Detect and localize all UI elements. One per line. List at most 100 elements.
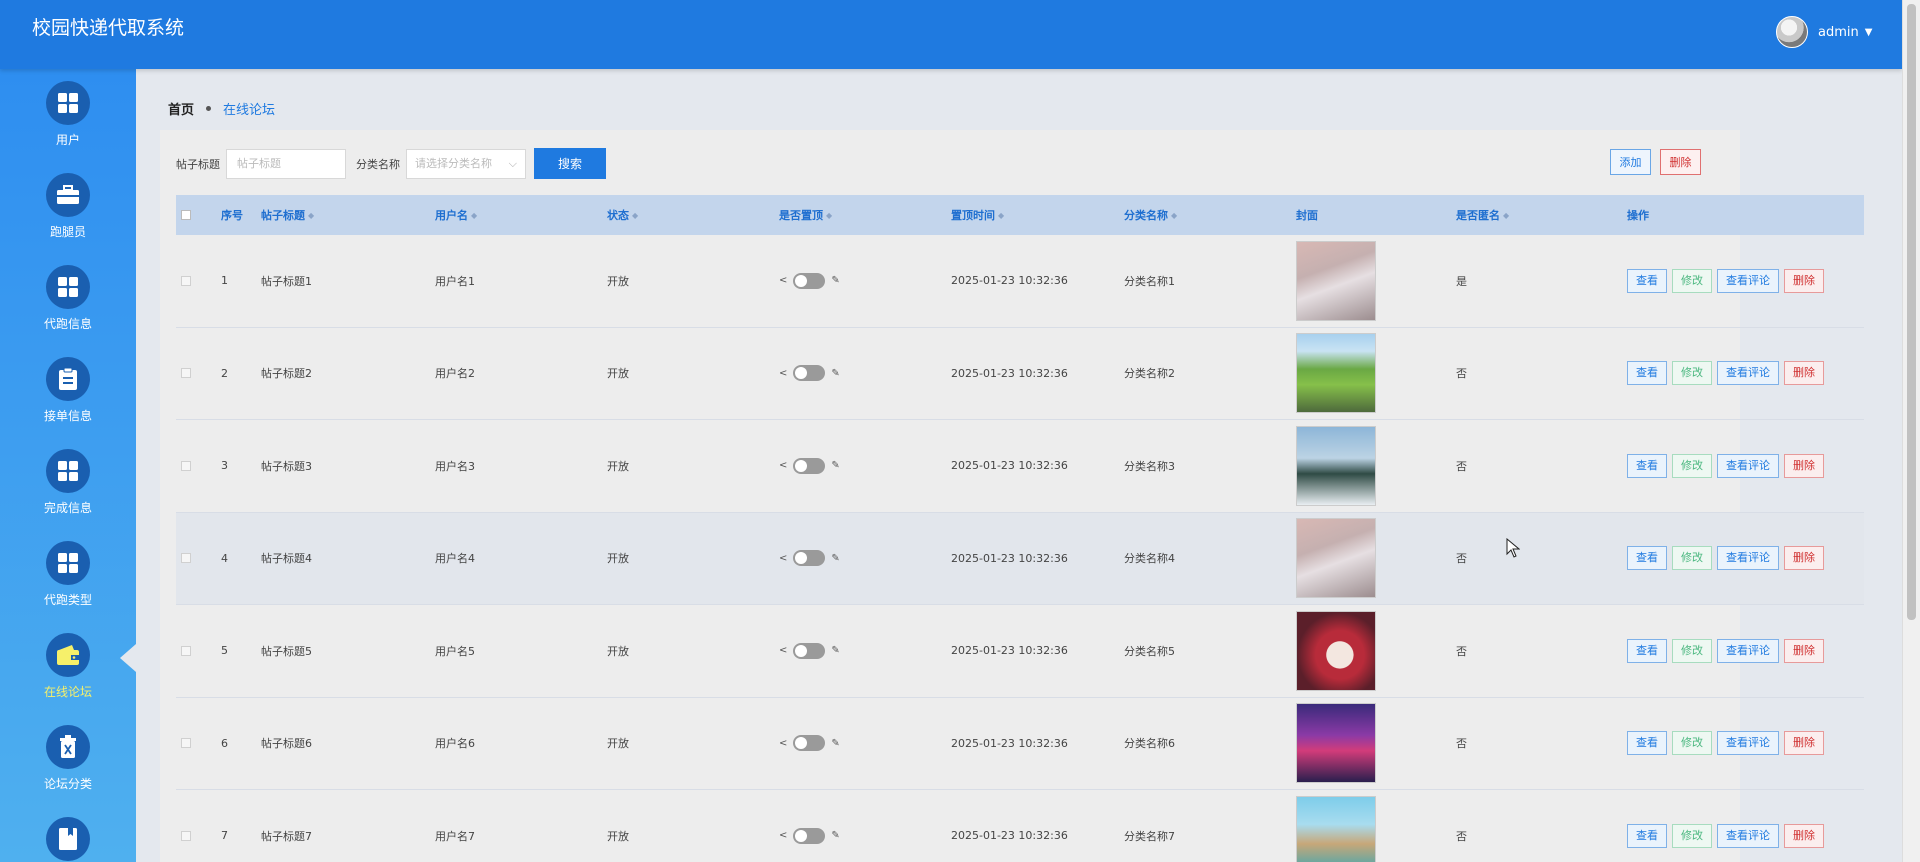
title-filter-label: 帖子标题 [176, 157, 220, 171]
pin-toggle-cell: < ✎ [779, 790, 840, 862]
grid-icon [46, 541, 90, 585]
column-header[interactable]: 用户名 ◆ [435, 195, 477, 235]
delete-button[interactable]: 删除 [1784, 453, 1824, 478]
view-button[interactable]: 查看 [1627, 546, 1667, 571]
sidebar-item-order-info[interactable]: 接单信息 [0, 345, 136, 435]
sidebar-item-label: 接单信息 [43, 409, 92, 423]
title-search-input[interactable]: 帖子标题 [226, 148, 346, 179]
sort-icon: ◆ [1171, 210, 1178, 220]
row-checkbox[interactable] [181, 553, 191, 564]
edit-button[interactable]: 修改 [1672, 731, 1712, 756]
edit-button[interactable]: 修改 [1672, 361, 1712, 386]
cover-image[interactable] [1296, 610, 1376, 691]
status-cell: 开放 [607, 829, 629, 843]
edit-button[interactable]: 修改 [1672, 638, 1712, 663]
sidebar-item-label: 代跑信息 [43, 317, 92, 331]
share-icon: < [779, 645, 788, 657]
column-header[interactable]: 置顶时间 ◆ [951, 195, 1004, 235]
row-checkbox[interactable] [181, 460, 191, 471]
view-comments-button[interactable]: 查看评论 [1717, 453, 1779, 478]
sidebar-item-errand-info[interactable]: 代跑信息 [0, 253, 136, 343]
delete-button[interactable]: 删除 [1784, 268, 1824, 293]
sort-icon: ◆ [471, 210, 478, 220]
view-button[interactable]: 查看 [1627, 823, 1667, 848]
table-row: 6 帖子标题6 用户名6 开放 < ✎ 2025-01-23 10:32:36 分… [176, 698, 1864, 790]
sidebar-item-more[interactable] [0, 805, 136, 862]
view-comments-button[interactable]: 查看评论 [1717, 361, 1779, 386]
row-checkbox[interactable] [181, 738, 191, 749]
cover-image[interactable] [1296, 333, 1376, 414]
sidebar-item-users[interactable]: 用户 [0, 69, 136, 159]
username-cell: 用户名1 [435, 274, 475, 288]
pin-toggle[interactable] [793, 365, 826, 382]
trash-icon [46, 725, 90, 769]
edit-button[interactable]: 修改 [1672, 453, 1712, 478]
user-menu[interactable]: admin ▼ [1776, 15, 1872, 49]
cover-image[interactable] [1296, 518, 1376, 599]
share-icon: < [779, 460, 788, 472]
delete-button[interactable]: 删除 [1784, 638, 1824, 663]
view-button[interactable]: 查看 [1627, 638, 1667, 663]
edit-button[interactable]: 修改 [1672, 268, 1712, 293]
sidebar-item-completed-info[interactable]: 完成信息 [0, 437, 136, 527]
select-all-checkbox[interactable] [181, 195, 191, 235]
search-button[interactable]: 搜索 [534, 148, 606, 179]
username-cell: 用户名2 [435, 367, 475, 381]
row-checkbox[interactable] [181, 368, 191, 379]
grid-icon [46, 81, 90, 125]
column-header[interactable]: 是否置顶 ◆ [779, 195, 832, 235]
delete-button[interactable]: 删除 [1784, 361, 1824, 386]
scrollbar-thumb[interactable] [1907, 4, 1916, 620]
view-button[interactable]: 查看 [1627, 361, 1667, 386]
view-button[interactable]: 查看 [1627, 453, 1667, 478]
edit-icon: ✎ [831, 552, 840, 564]
sidebar-item-forum[interactable]: 在线论坛 [0, 621, 136, 711]
cover-image[interactable] [1296, 425, 1376, 506]
view-comments-button[interactable]: 查看评论 [1717, 823, 1779, 848]
breadcrumb-home[interactable]: 首页 [168, 99, 194, 118]
row-checkbox[interactable] [181, 645, 191, 656]
wallet-icon [46, 633, 90, 677]
cover-image[interactable] [1296, 795, 1376, 862]
grid-icon [46, 265, 90, 309]
pin-toggle[interactable] [793, 642, 826, 659]
pin-toggle[interactable] [793, 827, 826, 844]
table-row: 1 帖子标题1 用户名1 开放 < ✎ 2025-01-23 10:32:36 分… [176, 235, 1864, 328]
view-comments-button[interactable]: 查看评论 [1717, 638, 1779, 663]
sidebar-item-forum-categories[interactable]: 论坛分类 [0, 713, 136, 803]
view-comments-button[interactable]: 查看评论 [1717, 731, 1779, 756]
delete-button[interactable]: 删除 [1784, 546, 1824, 571]
view-comments-button[interactable]: 查看评论 [1717, 546, 1779, 571]
row-checkbox[interactable] [181, 275, 191, 286]
add-button[interactable]: 添加 [1610, 149, 1651, 175]
view-button[interactable]: 查看 [1627, 731, 1667, 756]
row-checkbox[interactable] [181, 830, 191, 841]
column-header[interactable]: 是否匿名 ◆ [1456, 195, 1509, 235]
column-header[interactable]: 状态 ◆ [607, 195, 638, 235]
batch-delete-button[interactable]: 删除 [1660, 149, 1701, 175]
pin-toggle[interactable] [793, 457, 826, 474]
sidebar-item-runners[interactable]: 跑腿员 [0, 161, 136, 251]
category-select[interactable]: 请选择分类名称 ⌵ [406, 148, 526, 179]
column-header[interactable]: 分类名称 ◆ [1124, 195, 1177, 235]
status-cell: 开放 [607, 274, 629, 288]
view-comments-button[interactable]: 查看评论 [1717, 268, 1779, 293]
cover-image[interactable] [1296, 703, 1376, 784]
breadcrumb-separator [206, 106, 212, 111]
pin-toggle[interactable] [793, 272, 826, 289]
delete-button[interactable]: 删除 [1784, 731, 1824, 756]
username-cell: 用户名6 [435, 737, 475, 751]
post-title: 帖子标题1 [261, 274, 312, 288]
page-scrollbar[interactable] [1902, 0, 1920, 862]
cover-image[interactable] [1296, 240, 1376, 321]
delete-button[interactable]: 删除 [1784, 823, 1824, 848]
sidebar-item-errand-types[interactable]: 代跑类型 [0, 529, 136, 619]
column-header[interactable]: 帖子标题 ◆ [261, 195, 314, 235]
pin-toggle-cell: < ✎ [779, 328, 840, 420]
edit-button[interactable]: 修改 [1672, 823, 1712, 848]
pin-toggle-cell: < ✎ [779, 698, 840, 790]
pin-toggle[interactable] [793, 735, 826, 752]
pin-toggle[interactable] [793, 550, 826, 567]
edit-button[interactable]: 修改 [1672, 546, 1712, 571]
view-button[interactable]: 查看 [1627, 268, 1667, 293]
